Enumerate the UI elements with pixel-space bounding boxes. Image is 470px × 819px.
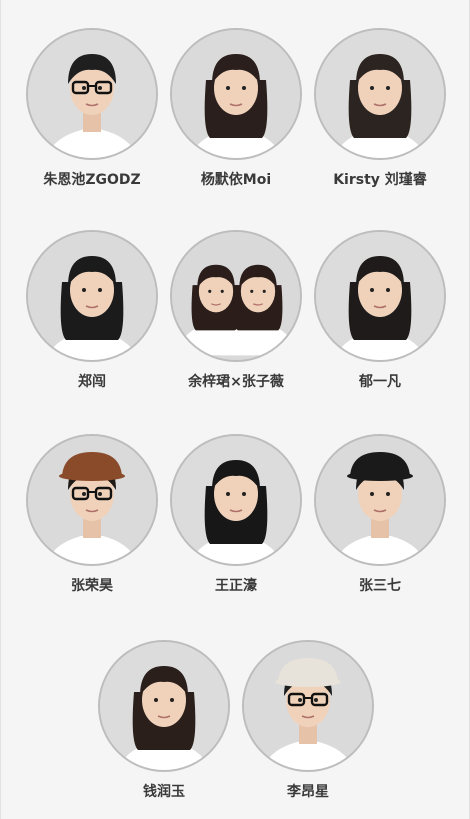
portrait-image [172, 436, 300, 564]
artist-card-yang-moyi[interactable]: 杨默依Moi [161, 28, 311, 189]
artist-card-yu-zijun-zhang-ziwei[interactable]: 余梓珺×张子薇 [161, 230, 311, 391]
portrait-image [100, 642, 228, 770]
artist-name: 郁一凡 [359, 374, 401, 390]
avatar [170, 434, 302, 566]
artist-name: 郑闯 [78, 374, 106, 390]
artist-name: 李昂星 [287, 784, 329, 800]
portrait-image [172, 30, 300, 158]
portrait-image [316, 232, 444, 360]
artist-name: 杨默依Moi [200, 172, 272, 188]
avatar [26, 230, 158, 362]
avatar [26, 434, 158, 566]
artist-card-li-angxing[interactable]: 李昂星 [233, 640, 383, 801]
artist-name: 朱恩池ZGODZ [43, 172, 141, 188]
artist-card-zheng-chuang[interactable]: 郑闯 [17, 230, 167, 391]
avatar [242, 640, 374, 772]
artist-name: 余梓珺×张子薇 [188, 374, 284, 390]
artist-name: 钱润玉 [143, 784, 185, 800]
portrait-image [316, 30, 444, 158]
artist-card-zhang-sanqi[interactable]: 张三七 [305, 434, 455, 595]
artist-name: Kirsty 刘瑾睿 [333, 172, 427, 188]
portrait-image [28, 30, 156, 158]
avatar [26, 28, 158, 160]
portrait-image [316, 436, 444, 564]
artist-card-zhu-enchi[interactable]: 朱恩池ZGODZ [17, 28, 167, 189]
avatar [314, 434, 446, 566]
artist-name: 王正濠 [215, 578, 257, 594]
artist-name: 张荣昊 [71, 578, 113, 594]
avatar [170, 230, 302, 362]
avatar [98, 640, 230, 772]
artist-card-kirsty[interactable]: Kirsty 刘瑾睿 [305, 28, 455, 189]
portrait-image [244, 642, 372, 770]
artist-card-qian-runyu[interactable]: 钱润玉 [89, 640, 239, 801]
artist-card-zhang-ronghao[interactable]: 张荣昊 [17, 434, 167, 595]
artist-card-yu-yifan[interactable]: 郁一凡 [305, 230, 455, 391]
artist-grid: 朱恩池ZGODZ 杨默依Moi Kirsty 刘瑾睿 郑闯 余梓珺×张子薇 郁一… [0, 0, 470, 819]
avatar [170, 28, 302, 160]
portrait-image [28, 436, 156, 564]
avatar [314, 28, 446, 160]
avatar [314, 230, 446, 362]
portrait-image [28, 232, 156, 360]
portrait-image [172, 232, 300, 360]
artist-card-wang-zhenghao[interactable]: 王正濠 [161, 434, 311, 595]
artist-name: 张三七 [359, 578, 401, 594]
